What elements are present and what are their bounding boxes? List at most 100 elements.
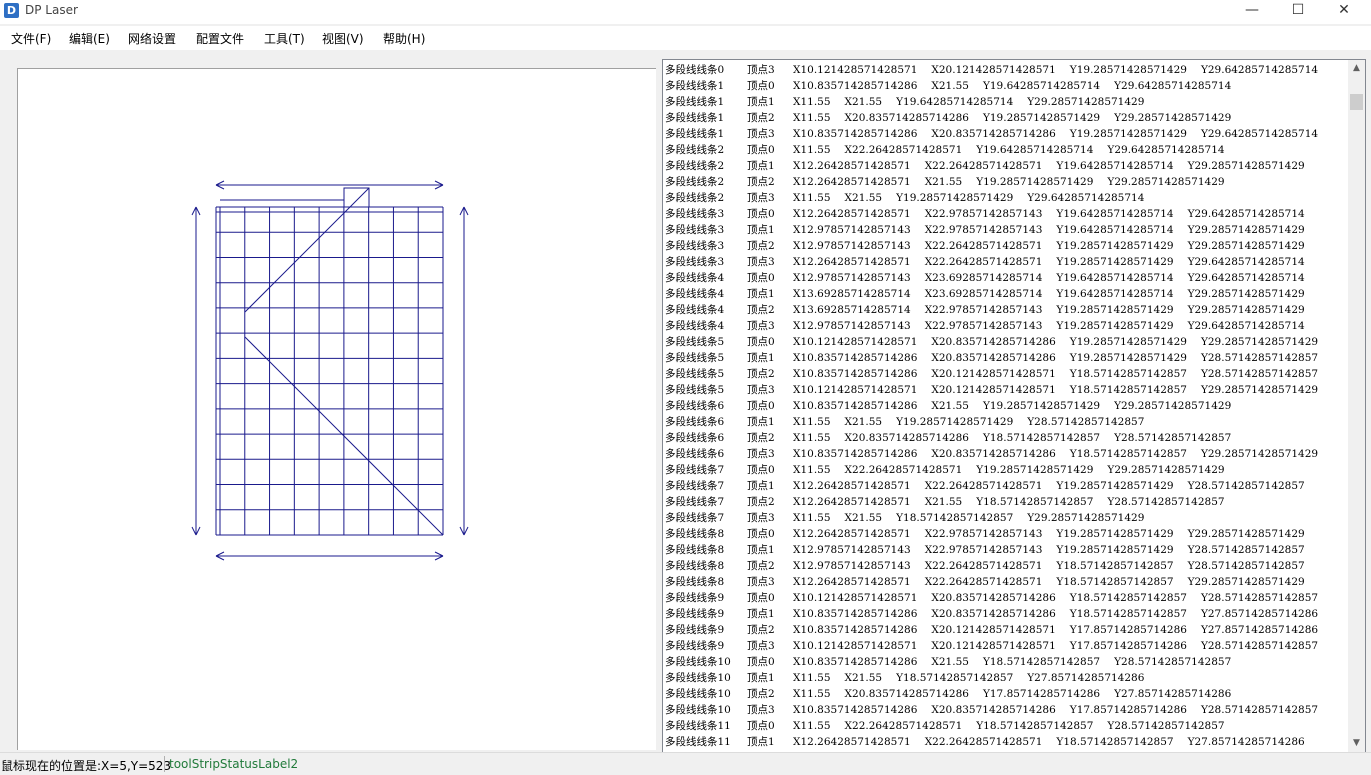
log-line: 多段线线条7 顶点3 X11.55 X21.55 Y18.57142857142857 Y… bbox=[665, 510, 1345, 526]
menu-tools[interactable]: 工具(T) bbox=[264, 30, 305, 47]
menu-view[interactable]: 视图(V) bbox=[322, 30, 364, 47]
log-x-end: X21.55 bbox=[931, 80, 969, 92]
log-x-end: X21.55 bbox=[844, 672, 883, 684]
log-vertex-name: 顶点1 bbox=[747, 608, 775, 620]
log-x-start: X12.26428571428571 bbox=[793, 576, 911, 588]
scroll-down-icon[interactable]: ▼ bbox=[1348, 735, 1365, 752]
menu-edit[interactable]: 编辑(E) bbox=[69, 30, 110, 47]
scroll-up-icon[interactable]: ▲ bbox=[1348, 60, 1365, 77]
log-y-end: Y28.57142857142857 bbox=[1114, 656, 1232, 668]
close-button[interactable]: ✕ bbox=[1321, 0, 1367, 22]
right-dimension-arrow-head bbox=[459, 206, 465, 216]
log-y-end: Y29.28571428571429 bbox=[1187, 160, 1305, 172]
log-vertex-name: 顶点2 bbox=[747, 304, 775, 316]
top-dimension-arrow-head bbox=[215, 184, 225, 190]
log-y-start: Y19.28571428571429 bbox=[1056, 256, 1174, 268]
log-line: 多段线线条9 顶点1 X10.835714285714286 X20.83571428… bbox=[665, 606, 1345, 622]
log-vertex-name: 顶点1 bbox=[747, 544, 775, 556]
log-line: 多段线线条10 顶点3 X10.835714285714286 X20.8357142… bbox=[665, 702, 1345, 718]
log-y-end: Y29.64285714285714 bbox=[1200, 128, 1319, 140]
log-y-start: Y18.57142857142857 bbox=[982, 432, 1101, 444]
log-segment-name: 多段线线条7 bbox=[665, 496, 725, 508]
log-line: 多段线线条6 顶点2 X11.55 X20.835714285714286 Y18.57… bbox=[665, 430, 1345, 446]
log-line: 多段线线条2 顶点2 X12.26428571428571 X21.55 Y19.285… bbox=[665, 174, 1345, 190]
log-y-start: Y19.64285714285714 bbox=[976, 144, 1094, 156]
log-y-start: Y19.28571428571429 bbox=[1056, 320, 1174, 332]
scroll-thumb[interactable] bbox=[1350, 94, 1363, 110]
log-x-start: X13.69285714285714 bbox=[793, 304, 911, 316]
log-y-end: Y28.57142857142857 bbox=[1200, 368, 1319, 380]
log-y-start: Y17.85714285714286 bbox=[1069, 624, 1187, 636]
log-segment-name: 多段线线条9 bbox=[665, 640, 725, 652]
log-segment-name: 多段线线条1 bbox=[665, 80, 725, 92]
log-y-start: Y19.28571428571429 bbox=[976, 464, 1094, 476]
log-x-end: X22.26428571428571 bbox=[924, 160, 1043, 172]
log-vertex-name: 顶点1 bbox=[747, 672, 775, 684]
minimize-button[interactable]: — bbox=[1229, 0, 1275, 22]
log-segment-name: 多段线线条2 bbox=[665, 176, 725, 188]
log-line: 多段线线条11 顶点1 X12.26428571428571 X22.26428571… bbox=[665, 734, 1345, 750]
log-line: 多段线线条1 顶点3 X10.835714285714286 X20.83571428… bbox=[665, 126, 1345, 142]
log-vertex-name: 顶点0 bbox=[747, 400, 775, 412]
log-y-start: Y19.28571428571429 bbox=[982, 112, 1101, 124]
log-vertex-name: 顶点2 bbox=[747, 368, 775, 380]
log-vertex-name: 顶点0 bbox=[747, 464, 775, 476]
log-x-end: X20.835714285714286 bbox=[931, 592, 1056, 604]
log-x-end: X22.26428571428571 bbox=[924, 736, 1043, 748]
log-y-end: Y27.85714285714286 bbox=[1200, 608, 1319, 620]
bottom-dimension-arrow-head bbox=[434, 555, 444, 561]
log-line: 多段线线条9 顶点3 X10.121428571428571 X20.12142857… bbox=[665, 638, 1345, 654]
maximize-button[interactable]: ☐ bbox=[1275, 0, 1321, 22]
log-line: 多段线线条2 顶点1 X12.26428571428571 X22.264285714… bbox=[665, 158, 1345, 174]
log-x-start: X12.26428571428571 bbox=[793, 208, 911, 220]
menu-config-file[interactable]: 配置文件 bbox=[196, 30, 244, 47]
log-line: 多段线线条4 顶点3 X12.97857142857143 X22.978571428… bbox=[665, 318, 1345, 334]
log-line: 多段线线条1 顶点2 X11.55 X20.835714285714286 Y19.28… bbox=[665, 110, 1345, 126]
log-line: 多段线线条3 顶点2 X12.97857142857143 X22.264285714… bbox=[665, 238, 1345, 254]
log-x-start: X10.835714285714286 bbox=[793, 656, 918, 668]
log-line: 多段线线条6 顶点1 X11.55 X21.55 Y19.28571428571429 Y… bbox=[665, 414, 1345, 430]
log-vertex-name: 顶点3 bbox=[747, 384, 775, 396]
log-vertex-name: 顶点3 bbox=[747, 64, 775, 76]
log-x-start: X12.97857142857143 bbox=[793, 320, 911, 332]
log-line: 多段线线条10 顶点0 X10.835714285714286 X21.55 Y18.5… bbox=[665, 654, 1345, 670]
log-line: 多段线线条4 顶点0 X12.97857142857143 X23.692857142… bbox=[665, 270, 1345, 286]
log-x-end: X21.55 bbox=[924, 496, 963, 508]
menu-help[interactable]: 帮助(H) bbox=[383, 30, 425, 47]
log-vertex-name: 顶点1 bbox=[747, 160, 775, 172]
log-segment-name: 多段线线条3 bbox=[665, 256, 725, 268]
log-x-end: X21.55 bbox=[844, 96, 883, 108]
coordinate-log-textbox[interactable]: 多段线线条0 顶点3 X10.121428571428571 X20.12142857… bbox=[662, 59, 1366, 753]
log-y-end: Y29.64285714285714 bbox=[1187, 272, 1305, 284]
log-x-start: X12.97857142857143 bbox=[793, 544, 911, 556]
log-line: 多段线线条10 顶点2 X11.55 X20.835714285714286 Y17.8… bbox=[665, 686, 1345, 702]
log-y-end: Y28.57142857142857 bbox=[1200, 704, 1319, 716]
drawing-canvas[interactable] bbox=[17, 68, 656, 750]
log-y-start: Y19.28571428571429 bbox=[1056, 240, 1174, 252]
right-dimension-arrow-head bbox=[463, 526, 469, 536]
log-x-end: X20.121428571428571 bbox=[931, 624, 1056, 636]
log-x-end: X22.26428571428571 bbox=[844, 720, 963, 732]
log-segment-name: 多段线线条6 bbox=[665, 448, 725, 460]
log-y-end: Y29.64285714285714 bbox=[1200, 64, 1319, 76]
log-y-end: Y29.28571428571429 bbox=[1027, 512, 1145, 524]
log-vertex-name: 顶点1 bbox=[747, 480, 775, 492]
menu-file[interactable]: 文件(F) bbox=[11, 30, 51, 47]
log-y-start: Y18.57142857142857 bbox=[982, 656, 1101, 668]
log-y-end: Y29.28571428571429 bbox=[1187, 240, 1305, 252]
vertical-scrollbar[interactable]: ▲ ▼ bbox=[1348, 60, 1365, 752]
log-x-end: X22.97857142857143 bbox=[924, 304, 1043, 316]
log-x-start: X10.121428571428571 bbox=[793, 336, 918, 348]
log-segment-name: 多段线线条2 bbox=[665, 144, 725, 156]
menu-network-settings[interactable]: 网络设置 bbox=[128, 30, 176, 47]
log-x-start: X10.121428571428571 bbox=[793, 64, 918, 76]
log-vertex-name: 顶点3 bbox=[747, 320, 775, 332]
top-dimension-arrow-head bbox=[434, 184, 444, 190]
log-vertex-name: 顶点2 bbox=[747, 112, 775, 124]
log-y-end: Y29.28571428571429 bbox=[1187, 304, 1305, 316]
log-line: 多段线线条7 顶点2 X12.26428571428571 X21.55 Y18.571… bbox=[665, 494, 1345, 510]
log-vertex-name: 顶点0 bbox=[747, 80, 775, 92]
log-x-end: X20.835714285714286 bbox=[931, 336, 1056, 348]
log-y-end: Y27.85714285714286 bbox=[1200, 624, 1319, 636]
log-y-end: Y29.28571428571429 bbox=[1187, 528, 1305, 540]
